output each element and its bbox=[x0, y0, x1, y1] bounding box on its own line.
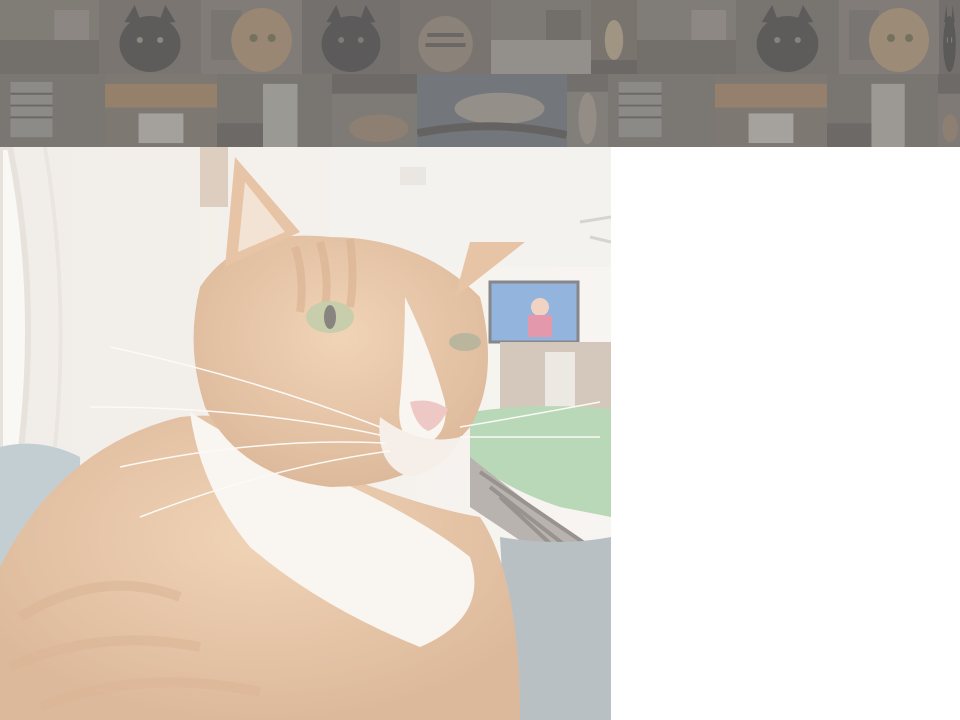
thumbnail-dim-overlay bbox=[0, 0, 99, 74]
thumbnail-dim-overlay bbox=[637, 0, 736, 74]
thumbnail-dim-overlay bbox=[567, 74, 608, 147]
thumbnail-dim-overlay bbox=[217, 74, 332, 147]
thumbnail-r1-4[interactable] bbox=[302, 0, 400, 74]
thumbnail-r1-3[interactable] bbox=[201, 0, 302, 74]
empty-side-panel bbox=[611, 147, 960, 720]
thumbnail-dim-overlay bbox=[591, 0, 637, 74]
thumbnail-r1-5[interactable] bbox=[400, 0, 491, 74]
picture-frame bbox=[200, 147, 228, 207]
thumbnail-r2-10[interactable] bbox=[938, 74, 960, 147]
thumbnail-dim-overlay bbox=[0, 74, 105, 147]
thumbnail-r2-5[interactable] bbox=[417, 74, 567, 147]
thumbnail-dim-overlay bbox=[491, 0, 591, 74]
thumbnail-dim-overlay bbox=[608, 74, 715, 147]
thumbnail-r2-8[interactable] bbox=[715, 74, 827, 147]
thumbnail-dim-overlay bbox=[417, 74, 567, 147]
thumbnail-dim-overlay bbox=[400, 0, 491, 74]
thumbnail-strip-row-1 bbox=[0, 0, 960, 74]
thumbnail-r2-2[interactable] bbox=[105, 74, 217, 147]
thumbnail-dim-overlay bbox=[715, 74, 827, 147]
thumbnail-r2-7[interactable] bbox=[608, 74, 715, 147]
thumbnail-r1-10[interactable] bbox=[839, 0, 939, 74]
thumbnail-r2-3[interactable] bbox=[217, 74, 332, 147]
thumbnail-r1-2[interactable] bbox=[99, 0, 201, 74]
thumbnail-r1-11[interactable] bbox=[939, 0, 960, 74]
thumbnail-dim-overlay bbox=[827, 74, 938, 147]
thumbnail-dim-overlay bbox=[302, 0, 400, 74]
main-photo-preview[interactable] bbox=[0, 147, 611, 720]
cat-eye-right bbox=[449, 333, 481, 351]
thumbnail-dim-overlay bbox=[105, 74, 217, 147]
thumbnail-dim-overlay bbox=[938, 74, 960, 147]
thumbnail-dim-overlay bbox=[939, 0, 960, 74]
thumbnail-r2-9[interactable] bbox=[827, 74, 938, 147]
thumbnail-r1-8[interactable] bbox=[637, 0, 736, 74]
thumbnail-dim-overlay bbox=[201, 0, 302, 74]
thumbnail-r1-7[interactable] bbox=[591, 0, 637, 74]
thumbnail-r2-6[interactable] bbox=[567, 74, 608, 147]
thumbnail-r2-4[interactable] bbox=[332, 74, 417, 147]
thumbnail-r2-1[interactable] bbox=[0, 74, 105, 147]
thumbnail-r1-9[interactable] bbox=[736, 0, 839, 74]
thumbnail-r1-6[interactable] bbox=[491, 0, 591, 74]
thumbnail-dim-overlay bbox=[736, 0, 839, 74]
thumbnail-r1-1[interactable] bbox=[0, 0, 99, 74]
cat-photo bbox=[0, 147, 611, 720]
thumbnail-dim-overlay bbox=[332, 74, 417, 147]
thumbnail-strip-row-2 bbox=[0, 74, 960, 147]
air-vent bbox=[400, 167, 426, 185]
thumbnail-dim-overlay bbox=[839, 0, 939, 74]
photo-viewer bbox=[0, 0, 960, 720]
thumbnail-dim-overlay bbox=[99, 0, 201, 74]
